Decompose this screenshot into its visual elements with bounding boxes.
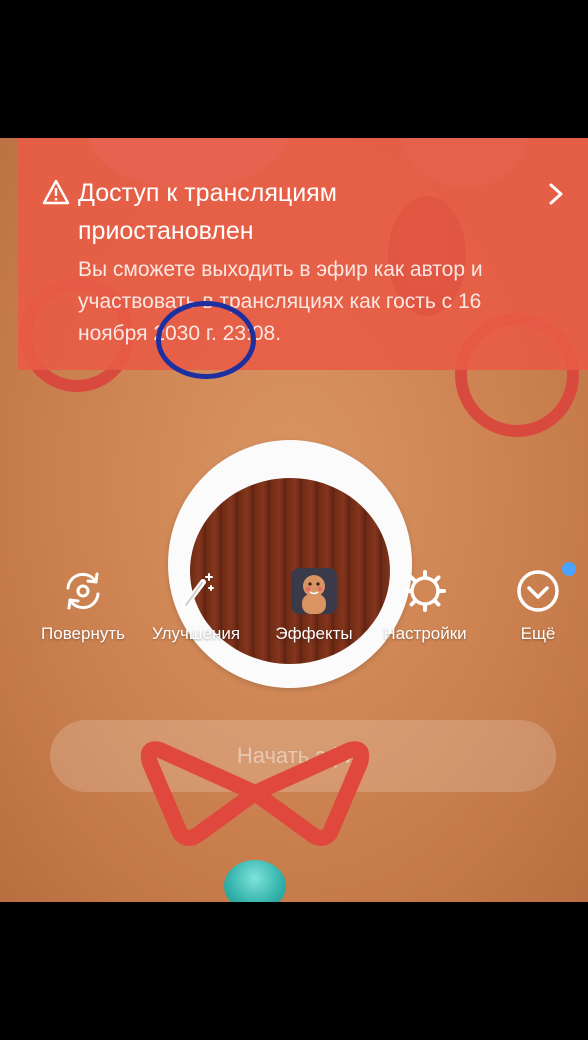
annotation-circle [156, 301, 256, 379]
settings-button[interactable]: Настройки [365, 568, 485, 644]
effects-thumbnail [291, 568, 337, 614]
camera-preview: Доступ к трансляциям приостановлен Вы см… [0, 138, 588, 902]
effects-label: Эффекты [275, 624, 353, 643]
chevron-down-circle-icon [517, 570, 559, 612]
suspension-banner[interactable]: Доступ к трансляциям приостановлен Вы см… [18, 138, 588, 379]
settings-label: Настройки [383, 624, 467, 643]
banner-message: Вы сможете выходить в эфир как автор и у… [78, 258, 483, 345]
magic-wand-icon [182, 573, 214, 609]
rotate-button[interactable]: Повернуть [23, 568, 143, 644]
chevron-right-icon[interactable] [546, 182, 566, 206]
notification-dot [562, 562, 576, 576]
banner-title: Доступ к трансляциям приостановлен [78, 179, 337, 245]
gingerbread-face-icon [302, 575, 326, 614]
enhance-label: Улучшения [151, 624, 241, 643]
gear-icon [404, 570, 446, 612]
effects-button[interactable]: Эффекты [254, 568, 374, 644]
enhance-button[interactable]: Улучшения [136, 568, 256, 644]
broadcast-toolbar: Повернуть Улучшения Эффекты Настройки Ещ… [0, 562, 588, 658]
rotate-label: Повернуть [41, 624, 125, 643]
mask-bow-tie [140, 741, 370, 846]
warning-triangle-icon [42, 179, 70, 205]
camera-flip-icon [66, 572, 100, 610]
more-label: Ещё [520, 624, 556, 643]
more-button[interactable]: Ещё [478, 568, 588, 644]
mask-candy-button [224, 860, 286, 902]
